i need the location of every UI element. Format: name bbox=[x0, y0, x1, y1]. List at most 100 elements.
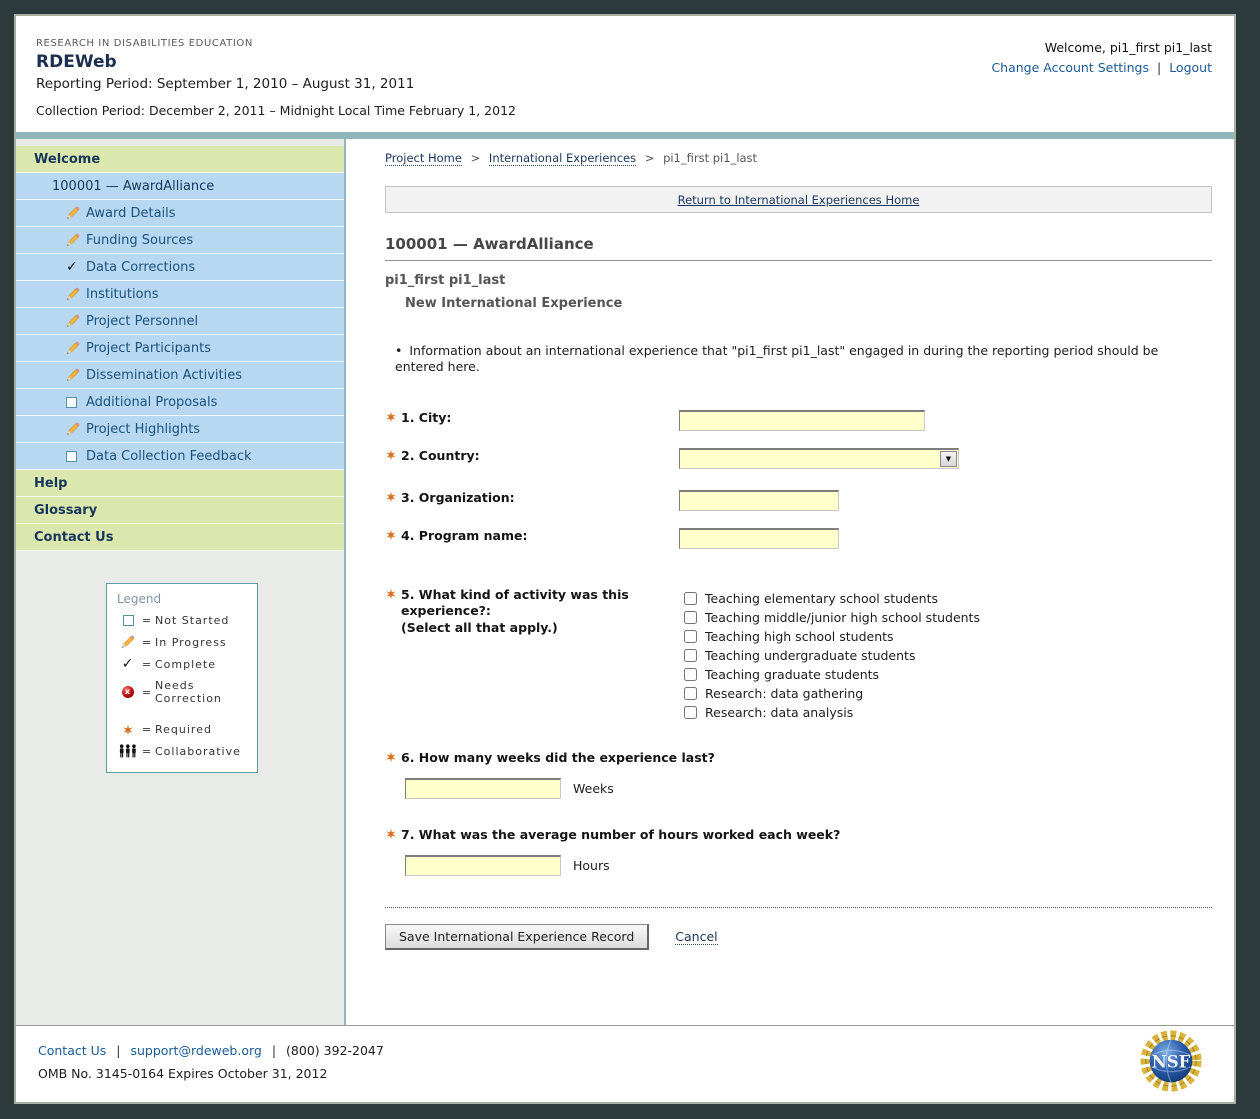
footer-email-link[interactable]: support@rdeweb.org bbox=[130, 1043, 261, 1058]
legend-label: Needs Correction bbox=[155, 679, 247, 705]
organization-input[interactable] bbox=[679, 490, 839, 511]
legend-row-needs-correction: x=Needs Correction bbox=[117, 679, 247, 705]
legend-equals: = bbox=[139, 636, 155, 649]
legend-label: Required bbox=[155, 723, 212, 736]
not-started-icon bbox=[66, 451, 86, 462]
sidebar-item-data-collection-feedback[interactable]: Data Collection Feedback bbox=[16, 443, 344, 470]
pencil-icon bbox=[66, 422, 86, 436]
sidebar-item-dissemination-activities[interactable]: Dissemination Activities bbox=[16, 362, 344, 389]
page-window: RESEARCH IN DISABILITIES EDUCATION RDEWe… bbox=[14, 14, 1236, 1104]
hours-unit: Hours bbox=[573, 858, 610, 873]
section-divider bbox=[385, 907, 1212, 908]
footer-contact-link[interactable]: Contact Us bbox=[38, 1043, 106, 1058]
hours-label: 7. What was the average number of hours … bbox=[401, 827, 840, 842]
sidebar-item-label: Help bbox=[34, 476, 67, 491]
required-icon bbox=[385, 588, 401, 600]
required-icon bbox=[385, 411, 401, 423]
sidebar-item-institutions[interactable]: Institutions bbox=[16, 281, 344, 308]
city-input[interactable] bbox=[679, 410, 925, 431]
activity-checkbox[interactable] bbox=[684, 649, 697, 662]
activity-option-research-data-gathering[interactable]: Research: data gathering bbox=[679, 684, 980, 703]
activity-checkbox-group: Teaching elementary school students Teach… bbox=[679, 587, 980, 722]
activity-option-teaching-graduate-students[interactable]: Teaching graduate students bbox=[679, 665, 980, 684]
complete-icon: ✓ bbox=[117, 657, 139, 671]
sidebar-item-label: Additional Proposals bbox=[86, 395, 217, 410]
pencil-icon bbox=[66, 314, 86, 328]
activity-checkbox[interactable] bbox=[684, 611, 697, 624]
sidebar-item-data-corrections[interactable]: ✓Data Corrections bbox=[16, 254, 344, 281]
legend-equals: = bbox=[139, 723, 155, 736]
page-header: RESEARCH IN DISABILITIES EDUCATION RDEWe… bbox=[16, 16, 1234, 132]
breadcrumb-international-experiences[interactable]: International Experiences bbox=[489, 151, 636, 166]
sidebar-item-project-highlights[interactable]: Project Highlights bbox=[16, 416, 344, 443]
return-home-link[interactable]: Return to International Experiences Home bbox=[678, 193, 920, 207]
activity-checkbox[interactable] bbox=[684, 687, 697, 700]
sidebar-item-award-details[interactable]: Award Details bbox=[16, 200, 344, 227]
activity-option-label: Teaching undergraduate students bbox=[705, 648, 915, 663]
required-icon bbox=[385, 449, 401, 461]
weeks-label: 6. How many weeks did the experience las… bbox=[401, 750, 715, 765]
activity-checkbox[interactable] bbox=[684, 630, 697, 643]
activity-option-label: Research: data analysis bbox=[705, 705, 853, 720]
weeks-input[interactable] bbox=[405, 778, 561, 799]
activity-option-label: Teaching middle/junior high school stude… bbox=[705, 610, 980, 625]
activity-option-label: Teaching graduate students bbox=[705, 667, 879, 682]
activity-option-teaching-high-school-students[interactable]: Teaching high school students bbox=[679, 627, 980, 646]
program-name-input[interactable] bbox=[679, 528, 839, 549]
weeks-question: 6. How many weeks did the experience las… bbox=[385, 750, 1212, 765]
activity-option-teaching-middle-junior-high-school-students[interactable]: Teaching middle/junior high school stude… bbox=[679, 608, 980, 627]
branding-block: RESEARCH IN DISABILITIES EDUCATION RDEWe… bbox=[36, 38, 516, 118]
needs-correction-icon: x bbox=[117, 686, 139, 698]
save-button[interactable]: Save International Experience Record bbox=[385, 924, 649, 950]
breadcrumb-project-home[interactable]: Project Home bbox=[385, 151, 462, 166]
sidebar-item-project-participants[interactable]: Project Participants bbox=[16, 335, 344, 362]
sidebar-item-contact-us[interactable]: Contact Us bbox=[16, 524, 344, 551]
legend-row-complete: ✓=Complete bbox=[117, 657, 247, 671]
experience-form: 1. City: 2. Country: ▼ bbox=[385, 410, 1212, 950]
legend-equals: = bbox=[139, 658, 155, 671]
app-background: { "header": { "eyebrow": "RESEARCH IN DI… bbox=[0, 0, 1260, 1119]
sidebar-item-glossary[interactable]: Glossary bbox=[16, 497, 344, 524]
activity-option-research-data-analysis[interactable]: Research: data analysis bbox=[679, 703, 980, 722]
hours-input-row: Hours bbox=[405, 855, 1212, 876]
breadcrumb: Project Home > International Experiences… bbox=[385, 151, 1212, 165]
sidebar-item-project-personnel[interactable]: Project Personnel bbox=[16, 308, 344, 335]
legend-box: Legend =Not Started=In Progress✓=Complet… bbox=[106, 583, 258, 773]
city-label: 1. City: bbox=[401, 410, 451, 427]
sidebar-item-label: Project Highlights bbox=[86, 422, 200, 437]
legend-label: Collaborative bbox=[155, 745, 241, 758]
sidebar-item-label: Project Personnel bbox=[86, 314, 198, 329]
sidebar-item-100001-awardalliance[interactable]: 100001 — AwardAlliance bbox=[16, 173, 344, 200]
cancel-link[interactable]: Cancel bbox=[675, 929, 717, 945]
activity-option-label: Teaching high school students bbox=[705, 629, 894, 644]
hours-input[interactable] bbox=[405, 855, 561, 876]
teal-divider-band bbox=[16, 132, 1234, 139]
logout-link[interactable]: Logout bbox=[1169, 60, 1212, 75]
sidebar-item-additional-proposals[interactable]: Additional Proposals bbox=[16, 389, 344, 416]
collection-period: Collection Period: December 2, 2011 – Mi… bbox=[36, 103, 516, 118]
activity-option-label: Teaching elementary school students bbox=[705, 591, 938, 606]
weeks-unit: Weeks bbox=[573, 781, 614, 796]
legend-label: In Progress bbox=[155, 636, 227, 649]
change-account-settings-link[interactable]: Change Account Settings bbox=[991, 60, 1149, 75]
legend-equals: = bbox=[139, 614, 155, 627]
legend-row-required: =Required bbox=[117, 723, 247, 736]
sidebar-item-label: Welcome bbox=[34, 152, 100, 167]
legend-equals: = bbox=[139, 745, 155, 758]
sidebar-item-funding-sources[interactable]: Funding Sources bbox=[16, 227, 344, 254]
activity-checkbox[interactable] bbox=[684, 592, 697, 605]
sidebar-item-label: Award Details bbox=[86, 206, 176, 221]
country-select[interactable]: ▼ bbox=[679, 448, 959, 469]
account-block: Welcome, pi1_first pi1_last Change Accou… bbox=[991, 40, 1212, 75]
dropdown-arrow-icon[interactable]: ▼ bbox=[940, 451, 957, 467]
activity-option-teaching-elementary-school-students[interactable]: Teaching elementary school students bbox=[679, 589, 980, 608]
activity-checkbox[interactable] bbox=[684, 706, 697, 719]
sidebar-item-welcome[interactable]: Welcome bbox=[16, 146, 344, 173]
sidebar-item-label: Institutions bbox=[86, 287, 159, 302]
activity-option-teaching-undergraduate-students[interactable]: Teaching undergraduate students bbox=[679, 646, 980, 665]
sidebar-item-help[interactable]: Help bbox=[16, 470, 344, 497]
link-separator: | bbox=[1157, 60, 1161, 75]
activity-checkbox[interactable] bbox=[684, 668, 697, 681]
award-heading: 100001 — AwardAlliance bbox=[385, 235, 1212, 261]
main-content: Project Home > International Experiences… bbox=[346, 139, 1234, 1025]
